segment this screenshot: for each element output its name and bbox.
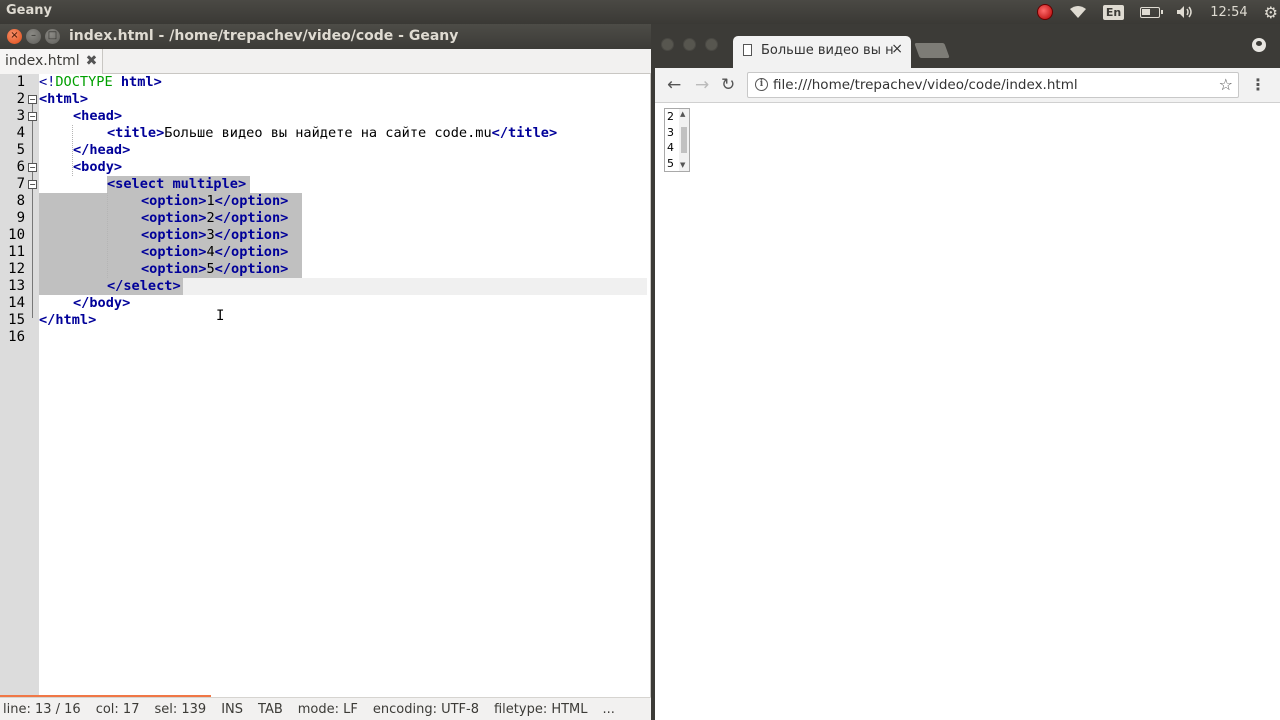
info-icon[interactable]: i [755, 78, 768, 91]
line-number: 8 [16, 193, 25, 209]
line-number-gutter: 1 2 3 4 5 6 7 8 9 10 11 12 13 14 15 16 −… [0, 74, 39, 720]
fold-collapse-icon[interactable]: − [28, 95, 37, 104]
minimize-window-icon[interactable] [683, 38, 696, 51]
code-line-9: <option>2</option> [141, 210, 289, 226]
geany-titlebar[interactable]: × – □ index.html - /home/trepachev/video… [0, 24, 651, 49]
menu-dots-icon[interactable]: ⋮ [1250, 75, 1266, 94]
line-number: 10 [8, 227, 25, 243]
code-line-1: <!DOCTYPE html> [39, 74, 162, 90]
record-indicator-icon[interactable] [1036, 4, 1053, 20]
line-number: 7 [16, 176, 25, 192]
fold-collapse-icon[interactable]: − [28, 163, 37, 172]
multi-select-listbox[interactable]: 2 3 4 5 ▲ ▼ [664, 108, 690, 172]
minimize-window-icon[interactable]: – [26, 29, 41, 44]
document-tab-label: index.html [5, 53, 80, 69]
scrollbar-thumb[interactable] [681, 127, 687, 153]
status-line: line: 13 / 16 [3, 701, 81, 717]
settings-gear-icon[interactable]: ⚙ [1264, 3, 1278, 22]
status-encoding: encoding: UTF-8 [372, 701, 479, 717]
profile-icon[interactable] [1252, 38, 1266, 52]
line-number: 3 [16, 108, 25, 124]
line-number: 1 [16, 74, 25, 90]
scroll-down-arrow-icon[interactable]: ▼ [680, 161, 685, 169]
clock[interactable]: 12:54 [1210, 5, 1247, 20]
status-tab: TAB [258, 701, 283, 717]
status-sel: sel: 139 [154, 701, 207, 717]
wifi-icon[interactable] [1069, 5, 1087, 19]
status-filetype: filetype: HTML [493, 701, 588, 717]
code-text-area[interactable]: <!DOCTYPE html> <html> <head> <title>Бол… [39, 74, 647, 720]
code-line-8: <option>1</option> [141, 193, 289, 209]
status-mode: mode: LF [297, 701, 358, 717]
battery-icon[interactable] [1140, 6, 1164, 18]
address-bar[interactable]: i file:///home/trepachev/video/code/inde… [747, 72, 1239, 98]
browser-tab-title: Больше видео вы н [761, 43, 894, 58]
code-line-7: <select multiple> [107, 176, 247, 192]
top-panel: Geany En 12:54 ⚙ [0, 0, 1280, 24]
line-number: 15 [8, 312, 25, 328]
document-tabbar: index.html ✖ [0, 49, 651, 74]
fold-collapse-icon[interactable]: − [28, 180, 37, 189]
page-icon [743, 44, 752, 56]
code-line-4: <title>Больше видео вы найдете на сайте … [107, 125, 558, 141]
code-line-6: <body> [73, 159, 123, 175]
address-url[interactable]: file:///home/trepachev/video/code/index.… [773, 77, 1078, 93]
line-number: 12 [8, 261, 25, 277]
back-arrow-icon[interactable]: ← [667, 75, 681, 95]
status-col: col: 17 [95, 701, 140, 717]
close-tab-icon[interactable]: ✖ [86, 53, 98, 69]
fold-line [32, 100, 33, 318]
active-app-name: Geany [6, 3, 52, 18]
new-tab-button[interactable] [914, 43, 950, 58]
line-number: 4 [16, 125, 25, 141]
geany-window: × – □ index.html - /home/trepachev/video… [0, 24, 651, 720]
browser-toolbar: ← → ↻ i file:///home/trepachev/video/cod… [655, 68, 1280, 103]
code-line-3: <head> [73, 108, 123, 124]
text-cursor-icon: I [216, 308, 225, 324]
line-number: 13 [8, 278, 25, 294]
page-content: 2 3 4 5 ▲ ▼ [655, 103, 1280, 720]
close-tab-icon[interactable]: × [891, 41, 903, 57]
line-number: 2 [16, 91, 25, 107]
code-line-13: </select> [107, 278, 181, 294]
close-window-icon[interactable]: × [7, 29, 22, 44]
browser-window: Больше видео вы н × ← → ↻ i file:///home… [655, 24, 1280, 720]
document-tab[interactable]: index.html ✖ [0, 49, 104, 74]
line-number: 14 [8, 295, 25, 311]
geany-window-title: index.html - /home/trepachev/video/code … [69, 28, 459, 44]
status-bar: line: 13 / 16 col: 17 sel: 139 INS TAB m… [0, 697, 651, 720]
reload-icon[interactable]: ↻ [721, 75, 735, 95]
code-line-10: <option>3</option> [141, 227, 289, 243]
code-line-15: </html> [39, 312, 97, 328]
browser-tabstrip[interactable]: Больше видео вы н × [655, 24, 1280, 68]
scroll-up-arrow-icon[interactable]: ▲ [680, 110, 685, 118]
line-number: 6 [16, 159, 25, 175]
keyboard-layout-indicator[interactable]: En [1102, 4, 1125, 20]
browser-tab[interactable]: Больше видео вы н × [733, 36, 911, 68]
line-number: 11 [8, 244, 25, 260]
line-number: 9 [16, 210, 25, 226]
close-window-icon[interactable] [661, 38, 674, 51]
fold-collapse-icon[interactable]: − [28, 112, 37, 121]
code-line-2: <html> [39, 91, 89, 107]
status-more: ... [602, 701, 615, 717]
code-line-14: </body> [73, 295, 131, 311]
line-number: 16 [8, 329, 25, 345]
maximize-window-icon[interactable]: □ [45, 29, 60, 44]
bookmark-star-icon[interactable]: ☆ [1219, 75, 1233, 94]
listbox-scrollbar[interactable]: ▲ ▼ [679, 109, 689, 171]
code-line-12: <option>5</option> [141, 261, 289, 277]
code-line-11: <option>4</option> [141, 244, 289, 260]
status-ins: INS [221, 701, 244, 717]
line-number: 5 [16, 142, 25, 158]
maximize-window-icon[interactable] [705, 38, 718, 51]
forward-arrow-icon[interactable]: → [695, 75, 709, 95]
code-editor[interactable]: 1 2 3 4 5 6 7 8 9 10 11 12 13 14 15 16 −… [0, 74, 651, 720]
code-line-5: </head> [73, 142, 131, 158]
system-tray: En 12:54 ⚙ [1029, 0, 1280, 24]
volume-icon[interactable] [1176, 5, 1194, 19]
